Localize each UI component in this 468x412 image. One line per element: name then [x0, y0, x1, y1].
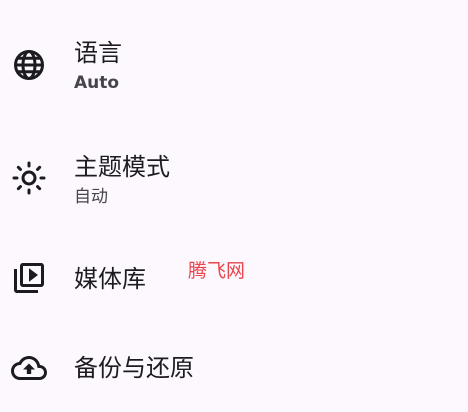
setting-theme-mode[interactable]: 主题模式 自动 [0, 122, 468, 222]
setting-language[interactable]: 语言 Auto [0, 22, 468, 112]
setting-backup-restore[interactable]: 备份与还原 [0, 326, 468, 412]
setting-theme-mode-title: 主题模式 [74, 153, 170, 181]
setting-language-value: Auto [74, 73, 120, 93]
settings-list: 语言 Auto 主题模式 自动 媒体库 备份与还原 腾飞网 [0, 0, 468, 412]
cloud-upload-icon [11, 350, 47, 386]
sun-icon [11, 160, 47, 196]
video-library-icon [11, 260, 47, 296]
setting-media-library-title: 媒体库 [74, 265, 146, 293]
watermark-text: 腾飞网 [188, 260, 246, 282]
setting-backup-restore-title: 备份与还原 [74, 354, 194, 382]
setting-theme-mode-value: 自动 [74, 187, 108, 207]
setting-language-title: 语言 [74, 39, 122, 67]
globe-icon [11, 47, 47, 83]
